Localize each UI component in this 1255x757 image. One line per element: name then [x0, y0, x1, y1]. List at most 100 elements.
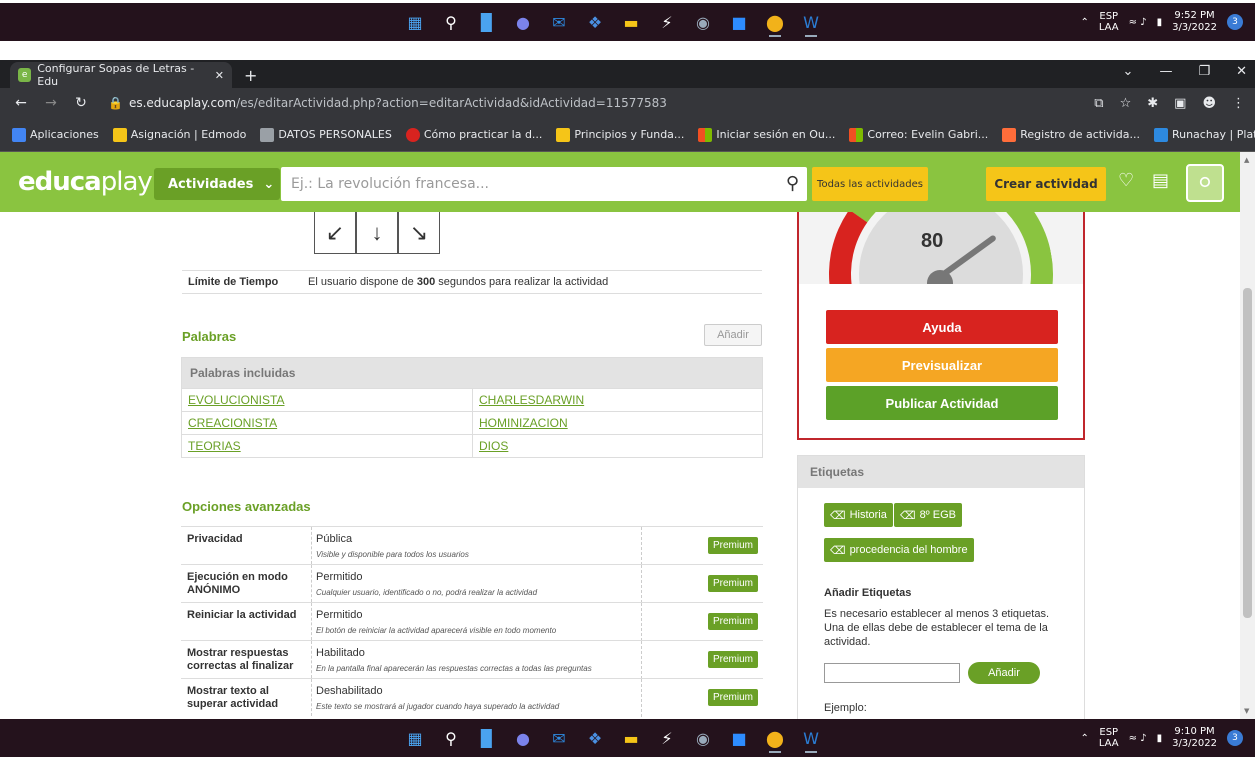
- arrow-down-icon[interactable]: ↓: [356, 212, 398, 254]
- trash-icon[interactable]: ⌫: [830, 509, 846, 522]
- share-icon[interactable]: ⧉: [1094, 96, 1103, 111]
- bookmark-item[interactable]: Principios y Funda...: [556, 127, 684, 142]
- search-icon[interactable]: ⚲: [433, 7, 469, 37]
- windows-icon[interactable]: ▦: [397, 7, 433, 37]
- scroll-down-icon[interactable]: ▼: [1244, 707, 1249, 715]
- address-bar[interactable]: 🔒 es.educaplay.com/es/editarActividad.ph…: [108, 92, 1108, 114]
- bookmark-item[interactable]: Iniciar sesión en Ou...: [698, 127, 835, 142]
- menu-icon[interactable]: ⋮: [1232, 96, 1245, 111]
- chrome-icon[interactable]: ⬤: [757, 7, 793, 37]
- dropbox-icon[interactable]: ❖: [577, 723, 613, 753]
- folder-icon[interactable]: ▬: [613, 723, 649, 753]
- back-icon[interactable]: ←: [10, 95, 32, 111]
- scrollbar-thumb[interactable]: [1243, 288, 1252, 618]
- chevron-up-icon[interactable]: ⌃: [1080, 17, 1088, 28]
- activities-dropdown[interactable]: Actividades ⌄: [154, 168, 280, 200]
- word-link[interactable]: EVOLUCIONISTA: [188, 393, 284, 407]
- word-link[interactable]: CREACIONISTA: [188, 416, 277, 430]
- extensions-icon[interactable]: ✱: [1147, 96, 1158, 111]
- camera-icon[interactable]: ◉: [685, 723, 721, 753]
- word-icon[interactable]: W: [793, 723, 829, 753]
- preview-button[interactable]: Previsualizar: [826, 348, 1058, 382]
- tab-search-icon[interactable]: ⌄: [1123, 64, 1134, 79]
- word-link[interactable]: DIOS: [479, 439, 508, 453]
- clock[interactable]: 9:10 PM 3/3/2022: [1172, 726, 1217, 750]
- search-input[interactable]: Ej.: La revolución francesa... ⚲: [281, 167, 807, 201]
- premium-button[interactable]: Premium: [708, 613, 758, 630]
- folder-icon[interactable]: ▬: [613, 7, 649, 37]
- add-word-button[interactable]: Añadir: [704, 324, 762, 346]
- arrow-down-left-icon[interactable]: ↙: [314, 212, 356, 254]
- clock[interactable]: 9:52 PM 3/3/2022: [1172, 10, 1217, 34]
- file-explorer-icon[interactable]: ▉: [469, 7, 505, 37]
- wifi-icon[interactable]: ≈ ♪: [1129, 733, 1147, 744]
- language-indicator[interactable]: ESP LAA: [1099, 727, 1119, 749]
- dropbox-icon[interactable]: ❖: [577, 7, 613, 37]
- trash-icon[interactable]: ⌫: [830, 544, 846, 557]
- teams-icon[interactable]: ●: [505, 723, 541, 753]
- star-icon[interactable]: ☆: [1120, 96, 1132, 111]
- bookmark-item[interactable]: Asignación | Edmodo: [112, 127, 246, 142]
- chevron-up-icon[interactable]: ⌃: [1080, 733, 1088, 744]
- windows-icon[interactable]: ▦: [397, 723, 433, 753]
- word-link[interactable]: CHARLESDARWIN: [479, 393, 584, 407]
- create-activity-button[interactable]: Crear actividad: [986, 167, 1106, 201]
- restore-icon[interactable]: ❐: [1198, 64, 1210, 79]
- search-icon[interactable]: ⚲: [786, 173, 799, 194]
- notification-badge[interactable]: 3: [1227, 730, 1243, 746]
- help-button[interactable]: Ayuda: [826, 310, 1058, 344]
- sidebar-icon[interactable]: ▣: [1174, 96, 1186, 111]
- educaplay-logo[interactable]: educaplay: [18, 167, 153, 197]
- profile-icon[interactable]: ☻: [1202, 96, 1216, 111]
- tag-chip[interactable]: ⌫ procedencia del hombre: [824, 538, 974, 562]
- close-tab-icon[interactable]: ✕: [215, 69, 224, 82]
- zoom-icon[interactable]: ■: [721, 7, 757, 37]
- power-automate-icon[interactable]: ⚡: [649, 7, 685, 37]
- browser-tab[interactable]: e Configurar Sopas de Letras - Edu ✕: [10, 62, 232, 88]
- battery-icon[interactable]: ▮: [1157, 733, 1163, 744]
- close-window-icon[interactable]: ✕: [1236, 64, 1247, 79]
- new-tab-icon[interactable]: +: [244, 66, 257, 85]
- bookmark-item[interactable]: DATOS PERSONALES: [260, 127, 392, 142]
- trash-icon[interactable]: ⌫: [900, 509, 916, 522]
- notification-badge[interactable]: 3: [1227, 14, 1243, 30]
- word-icon[interactable]: W: [793, 7, 829, 37]
- premium-button[interactable]: Premium: [708, 651, 758, 668]
- premium-button[interactable]: Premium: [708, 689, 758, 706]
- wifi-icon[interactable]: ≈ ♪: [1129, 17, 1147, 28]
- scroll-up-icon[interactable]: ▲: [1244, 156, 1249, 164]
- all-activities-button[interactable]: Todas las actividades: [812, 167, 928, 201]
- publish-button[interactable]: Publicar Actividad: [826, 386, 1058, 420]
- zoom-icon[interactable]: ■: [721, 723, 757, 753]
- bookmark-item[interactable]: Registro de activida...: [1002, 127, 1140, 142]
- bookmark-item[interactable]: Aplicaciones: [12, 127, 99, 142]
- messages-icon[interactable]: ▤: [1152, 170, 1169, 191]
- add-tag-button[interactable]: Añadir: [968, 662, 1040, 684]
- tag-input[interactable]: [824, 663, 960, 683]
- premium-button[interactable]: Premium: [708, 537, 758, 554]
- arrow-down-right-icon[interactable]: ↘: [398, 212, 440, 254]
- language-indicator[interactable]: ESP LAA: [1099, 11, 1119, 33]
- page-scrollbar[interactable]: ▲ ▼: [1240, 152, 1255, 719]
- minimize-icon[interactable]: —: [1159, 64, 1172, 79]
- mail-icon[interactable]: ✉: [541, 7, 577, 37]
- camera-icon[interactable]: ◉: [685, 7, 721, 37]
- file-explorer-icon[interactable]: ▉: [469, 723, 505, 753]
- bell-icon[interactable]: ♡: [1118, 170, 1134, 191]
- bookmark-item[interactable]: Correo: Evelin Gabri...: [849, 127, 988, 142]
- tag-chip[interactable]: ⌫ Historia: [824, 503, 893, 527]
- chrome-icon[interactable]: ⬤: [757, 723, 793, 753]
- search-icon[interactable]: ⚲: [433, 723, 469, 753]
- forward-icon[interactable]: →: [40, 95, 62, 111]
- battery-icon[interactable]: ▮: [1157, 17, 1163, 28]
- avatar[interactable]: ⚪: [1186, 164, 1224, 202]
- power-automate-icon[interactable]: ⚡: [649, 723, 685, 753]
- bookmark-item[interactable]: Cómo practicar la d...: [405, 127, 542, 142]
- word-link[interactable]: HOMINIZACION: [479, 416, 568, 430]
- bookmark-item[interactable]: Runachay | Platafor...: [1153, 127, 1255, 142]
- teams-icon[interactable]: ●: [505, 7, 541, 37]
- premium-button[interactable]: Premium: [708, 575, 758, 592]
- mail-icon[interactable]: ✉: [541, 723, 577, 753]
- word-link[interactable]: TEORIAS: [188, 439, 241, 453]
- tag-chip[interactable]: ⌫ 8º EGB: [894, 503, 962, 527]
